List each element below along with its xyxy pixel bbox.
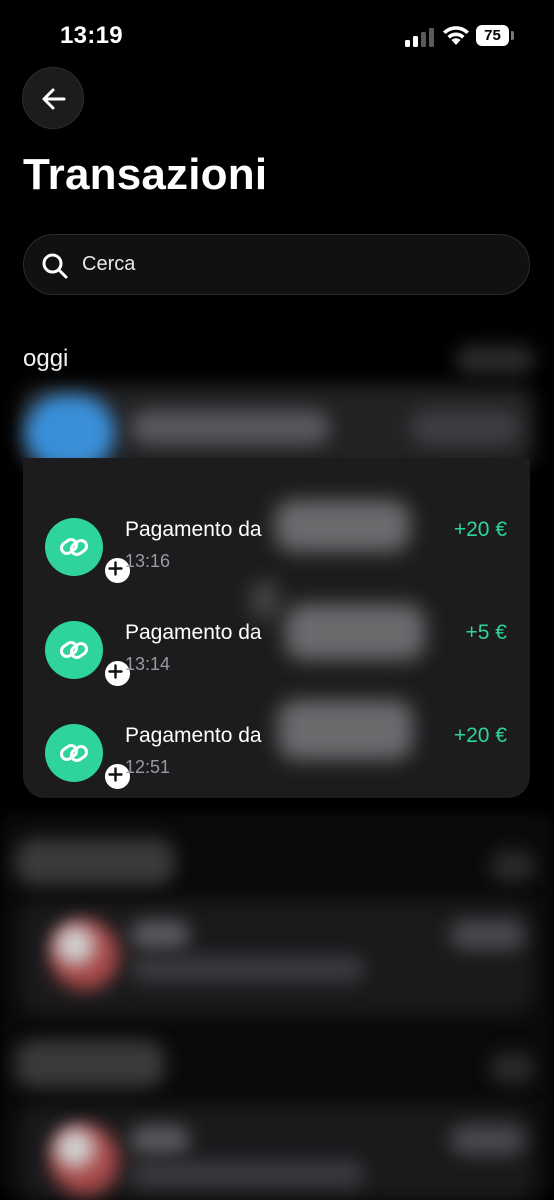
redacted-name [250,580,280,620]
search-field[interactable] [23,234,530,295]
redacted-text-lower [130,1125,190,1155]
redacted-section-total [490,1052,535,1084]
redacted-text-lower [130,955,365,983]
transaction-avatar [45,724,132,791]
status-bar: 13:19 75 [0,0,554,70]
status-time: 13:19 [60,22,123,49]
transaction-avatar [45,621,132,688]
redacted-amount-lower [450,920,525,950]
transaction-row[interactable]: Pagamento da 13:14 +5 € [23,621,530,721]
transaction-amount: +20 € [453,724,507,747]
transaction-title: Pagamento da [125,724,262,747]
link-icon [59,538,89,556]
search-icon [42,253,68,279]
redacted-amount-top [410,410,520,445]
plus-icon [108,664,123,679]
redacted-amount-lower [450,1125,525,1155]
arrow-left-icon [42,88,66,110]
redacted-name-top [130,410,330,445]
back-button[interactable] [22,67,84,129]
redacted-text-lower [130,920,190,950]
redacted-name [275,500,410,552]
redacted-date-total [455,345,535,375]
plus-icon [108,561,123,576]
transaction-avatar [45,518,132,585]
transaction-title: Pagamento da [125,518,262,541]
redacted-section-header [15,838,175,886]
transaction-amount: +20 € [453,518,507,541]
signal-icon [405,27,435,47]
transaction-title: Pagamento da [125,621,262,644]
battery-nub [511,31,514,40]
link-icon [59,641,89,659]
redacted-text-lower [130,1160,365,1188]
section-header-today: oggi [23,345,69,372]
battery-icon: 75 [476,25,509,46]
link-icon [59,744,89,762]
search-input[interactable] [82,235,502,294]
transaction-amount: +5 € [465,621,507,644]
redacted-avatar-white [55,1128,95,1168]
transaction-time: 12:51 [125,757,171,777]
plus-icon [108,767,123,782]
redacted-name [285,604,425,660]
page-title: Transazioni [23,150,268,199]
redacted-section-total [490,850,535,882]
redacted-name [278,700,413,760]
transaction-row[interactable]: Pagamento da 12:51 +20 € [23,724,530,824]
redacted-avatar-white [55,925,95,965]
transaction-time: 13:16 [125,551,171,571]
transaction-time: 13:14 [125,654,171,674]
redacted-section-header [15,1040,165,1088]
wifi-icon [443,26,469,45]
